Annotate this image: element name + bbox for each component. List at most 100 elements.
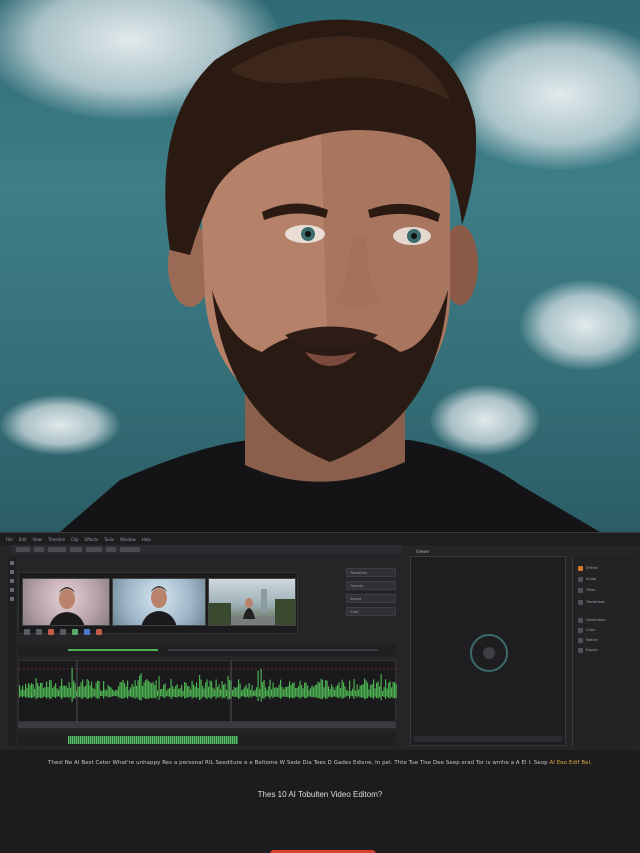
waveform-sample [56,688,58,697]
waveform-sample [296,687,298,697]
waveform-sample [67,687,69,697]
waveform-sample [115,689,117,697]
waveform-sample [257,670,259,702]
waveform-sample [79,686,81,698]
timeline-scrollbar[interactable] [18,722,396,728]
waveform-sample [263,680,265,699]
waveform-sample [158,676,160,700]
menu-bar: File Edit View Timeline Clip Effects Too… [0,533,640,545]
menu-item-file[interactable]: File [6,537,13,542]
tool-button[interactable] [16,547,30,552]
waveform-sample [68,682,70,699]
panel-item-icon [578,628,583,633]
playhead-scrubber[interactable] [18,644,396,656]
prop-crop[interactable]: Crop [346,607,396,616]
menu-item-view[interactable]: View [32,537,42,542]
enable-icon[interactable] [72,629,78,635]
menu-item-tools[interactable]: Tools [104,537,114,542]
waveform-sample [289,681,291,699]
panel-item-export[interactable]: Export [586,648,597,652]
panel-item-audio[interactable]: Audio [586,577,596,581]
waveform-sample [382,690,384,697]
prop-speed[interactable]: Speed [346,594,396,603]
waveform-sample [347,690,349,697]
menu-item-clip[interactable]: Clip [71,537,79,542]
viewer-controls[interactable] [414,736,562,742]
hand-tool-icon[interactable] [10,579,14,583]
tool-button[interactable] [34,547,44,552]
clip-thumbnail-3[interactable] [208,578,296,626]
caption-line: Thesl Ne AI Best Ceter What're unhappy R… [0,760,640,766]
flag-icon[interactable] [96,629,102,635]
tool-button[interactable] [106,547,116,552]
waveform-sample [269,679,271,699]
tool-button[interactable] [48,547,66,552]
zoom-tool-icon[interactable] [10,588,14,592]
panel-item-motion[interactable]: Motion [586,638,598,642]
waveform-sample [98,681,100,699]
waveform-sample [149,682,151,699]
tool-button[interactable] [86,547,102,552]
waveform-sample [95,682,97,699]
waveform-sample [182,690,184,697]
waveform-sample [359,685,361,698]
prop-opacity[interactable]: Opacity [346,581,396,590]
waveform-sample [127,680,129,699]
waveform-sample [142,686,144,698]
waveform-sample [278,684,280,698]
waveform-sample [239,683,241,698]
record-icon[interactable] [48,629,54,635]
waveform-sample [196,682,198,699]
menu-item-window[interactable]: Window [120,537,136,542]
link-icon[interactable] [36,629,42,635]
waveform-sample [302,688,304,697]
waveform-sample [254,689,256,697]
waveform-sample [134,680,136,699]
panel-item-titles[interactable]: Titles [586,588,595,592]
waveform-sample [379,686,381,698]
waveform-sample [335,686,337,698]
panel-item-transitions[interactable]: Transitions [586,600,605,604]
waveform-sample [94,689,96,697]
panel-item-color[interactable]: Color [586,628,595,632]
waveform-sample [373,679,375,699]
timeline-audio-track[interactable] [18,660,397,723]
panel-item-icon [578,577,583,582]
waveform-sample [49,679,51,699]
waveform-sample [346,689,348,697]
waveform-sample [37,683,39,698]
waveform-sample [313,687,315,697]
menu-item-timeline[interactable]: Timeline [48,537,65,542]
waveform-sample [376,682,378,699]
tool-button[interactable] [120,547,140,552]
clip-thumbnail-2[interactable] [112,578,206,626]
clip-thumbnail-1[interactable] [22,578,110,626]
menu-item-effects[interactable]: Effects [85,537,99,542]
cut-tool-icon[interactable] [10,570,14,574]
waveform-sample [283,689,285,697]
waveform-sample [220,689,222,697]
waveform-sample [236,686,238,698]
inspector-properties: Transform Opacity Speed Crop [346,568,396,620]
waveform-sample [334,689,336,697]
panel-item-generators[interactable]: Generators [586,618,606,622]
waveform-sample [244,687,246,697]
waveform-sample [143,682,145,699]
waveform-sample [77,686,79,698]
marker-icon[interactable] [24,629,30,635]
waveform-sample [262,681,264,699]
menu-item-edit[interactable]: Edit [19,537,27,542]
text-tool-icon[interactable] [10,597,14,601]
panel-item-effects[interactable]: Effects [586,566,598,570]
select-tool-icon[interactable] [10,561,14,565]
audio-icon[interactable] [60,629,66,635]
prop-transform[interactable]: Transform [346,568,396,577]
panel-item-icon [578,638,583,643]
waveform-sample [227,675,229,700]
jog-dial-icon[interactable] [470,634,508,672]
waveform-sample [151,683,153,698]
menu-item-help[interactable]: Help [142,537,151,542]
tool-button[interactable] [70,547,82,552]
color-label-icon[interactable] [84,629,90,635]
waveform-sample [287,686,289,698]
